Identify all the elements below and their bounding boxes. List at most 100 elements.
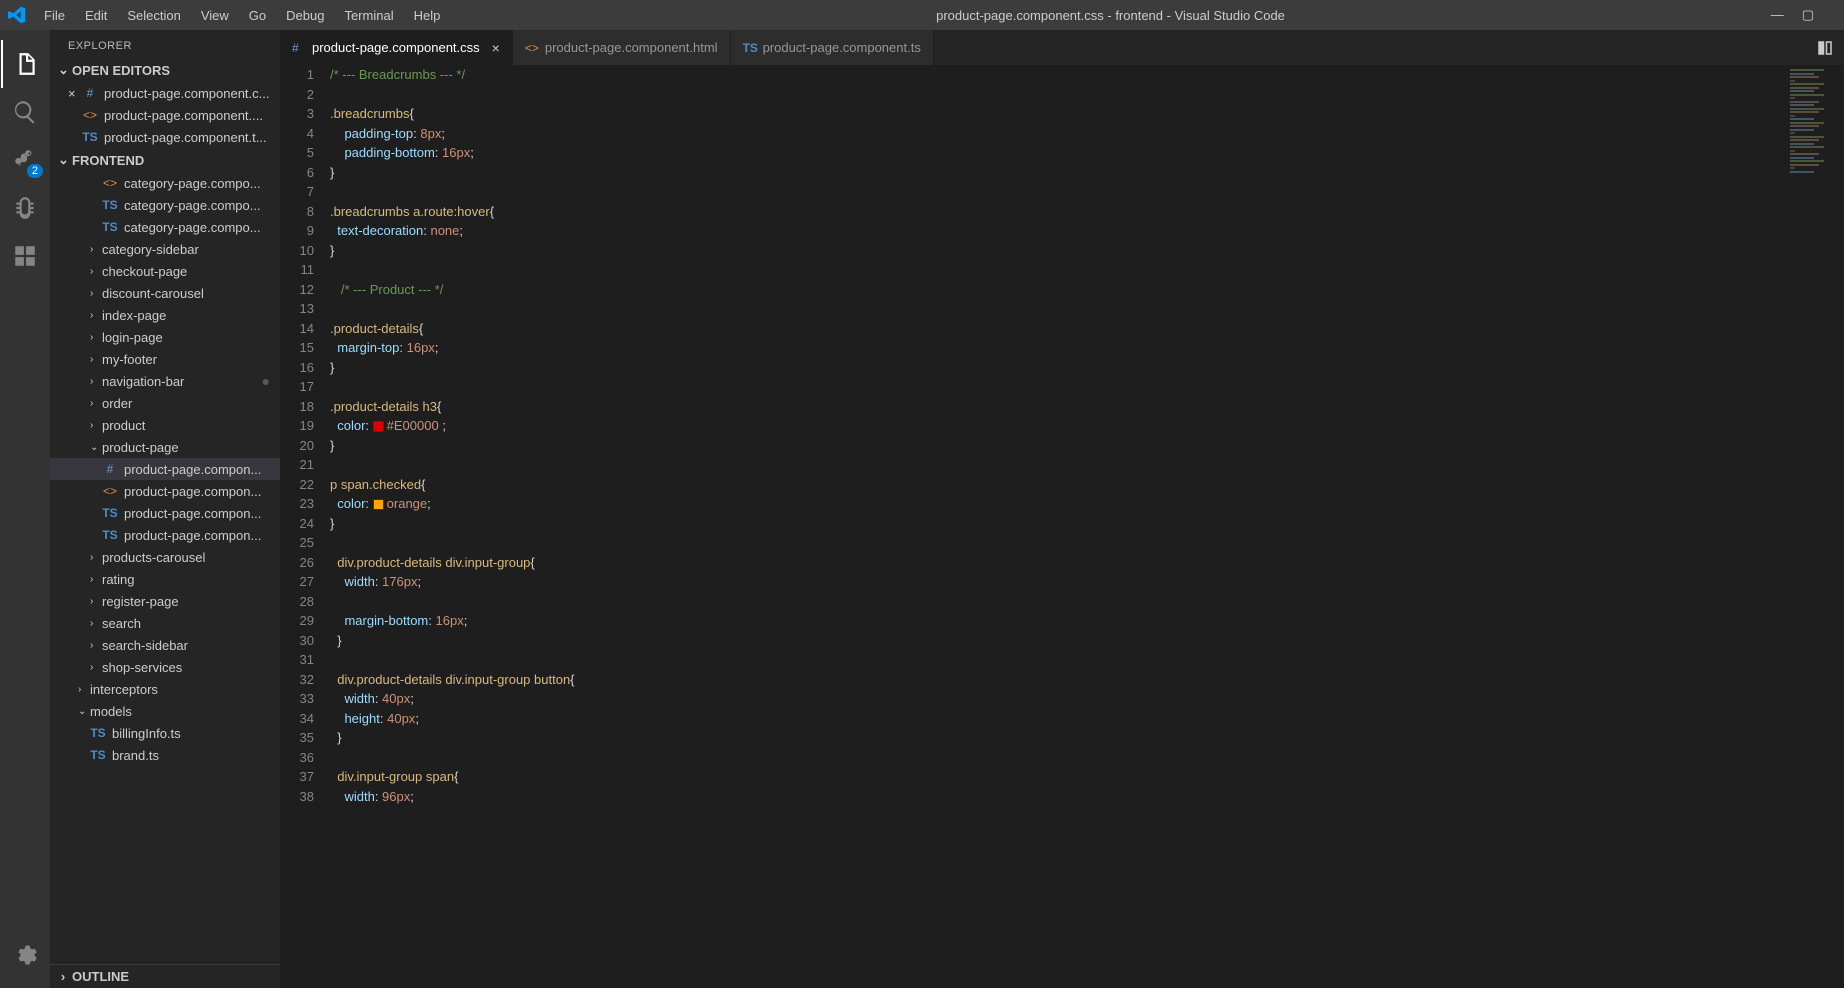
tree-item[interactable]: ›my-footer — [50, 348, 280, 370]
chevron-icon: › — [90, 552, 102, 563]
code-content[interactable]: /* --- Breadcrumbs --- */.breadcrumbs{ p… — [330, 65, 1844, 988]
file-icon: <> — [525, 41, 539, 55]
chevron-icon: › — [78, 684, 90, 695]
close-icon[interactable]: × — [68, 86, 82, 101]
menu-bar: File Edit Selection View Go Debug Termin… — [34, 4, 450, 27]
file-icon: TS — [90, 726, 106, 740]
tree-item[interactable]: ›category-sidebar — [50, 238, 280, 260]
file-icon: <> — [82, 108, 98, 122]
source-control-icon[interactable]: 2 — [1, 136, 49, 184]
file-label: product-page.component.c... — [104, 86, 270, 101]
editor-tab[interactable]: #product-page.component.css× — [280, 30, 513, 65]
window-controls: — ▢ — [1771, 7, 1832, 23]
menu-selection[interactable]: Selection — [117, 4, 190, 27]
tree-item[interactable]: ›product — [50, 414, 280, 436]
debug-icon[interactable] — [1, 184, 49, 232]
scm-badge: 2 — [27, 164, 43, 178]
minimap[interactable] — [1784, 65, 1844, 988]
tab-label: product-page.component.ts — [763, 40, 921, 55]
settings-icon[interactable] — [1, 930, 49, 978]
chevron-icon: ⌄ — [78, 706, 90, 717]
sidebar: EXPLORER ⌄OPEN EDITORS ×#product-page.co… — [50, 30, 280, 988]
tree-item[interactable]: TSproduct-page.compon... — [50, 502, 280, 524]
code-editor[interactable]: 1234567891011121314151617181920212223242… — [280, 65, 1844, 988]
file-icon: TS — [82, 130, 98, 144]
tree-item[interactable]: ›shop-services — [50, 656, 280, 678]
tree-item[interactable]: #product-page.compon... — [50, 458, 280, 480]
tree-item[interactable]: ›search-sidebar — [50, 634, 280, 656]
chevron-icon: › — [90, 376, 102, 387]
extensions-icon[interactable] — [1, 232, 49, 280]
chevron-icon: › — [90, 310, 102, 321]
tree-label: product — [102, 418, 145, 433]
file-label: product-page.component.... — [104, 108, 263, 123]
sidebar-title: EXPLORER — [50, 30, 280, 58]
split-editor-icon[interactable] — [1806, 30, 1844, 65]
tree-label: product-page.compon... — [124, 484, 261, 499]
tree-item[interactable]: TSproduct-page.compon... — [50, 524, 280, 546]
menu-help[interactable]: Help — [404, 4, 451, 27]
menu-go[interactable]: Go — [239, 4, 276, 27]
tree-label: login-page — [102, 330, 163, 345]
open-editors-section[interactable]: ⌄OPEN EDITORS — [50, 58, 280, 82]
tree-item[interactable]: <>category-page.compo... — [50, 172, 280, 194]
file-icon: TS — [102, 220, 118, 234]
file-icon: TS — [743, 41, 757, 55]
minimize-button[interactable]: — — [1771, 7, 1784, 23]
maximize-button[interactable]: ▢ — [1802, 7, 1814, 23]
tree-item[interactable]: ›search — [50, 612, 280, 634]
tree-item[interactable]: ›rating — [50, 568, 280, 590]
tree-label: product-page.compon... — [124, 528, 261, 543]
tree-label: models — [90, 704, 132, 719]
open-editor-item[interactable]: ×#product-page.component.c... — [50, 82, 280, 104]
tree-label: discount-carousel — [102, 286, 204, 301]
titlebar: File Edit Selection View Go Debug Termin… — [0, 0, 1844, 30]
editor-area: #product-page.component.css× <> product-pa… — [280, 30, 1844, 988]
tree-item[interactable]: ›login-page — [50, 326, 280, 348]
tree-item[interactable]: TScategory-page.compo... — [50, 194, 280, 216]
file-icon: TS — [102, 506, 118, 520]
tree-item[interactable]: TS billingInfo.ts — [50, 722, 280, 744]
chevron-icon: › — [90, 640, 102, 651]
explorer-icon[interactable] — [1, 40, 49, 88]
menu-view[interactable]: View — [191, 4, 239, 27]
tree-item[interactable]: ⌄models — [50, 700, 280, 722]
chevron-icon: › — [90, 244, 102, 255]
tree-label: rating — [102, 572, 135, 587]
tab-label: product-page.component.html — [545, 40, 718, 55]
tree-item[interactable]: ›index-page — [50, 304, 280, 326]
chevron-icon: › — [90, 596, 102, 607]
chevron-icon: › — [90, 398, 102, 409]
tree-item[interactable]: ›products-carousel — [50, 546, 280, 568]
tree-label: billingInfo.ts — [112, 726, 181, 741]
outline-section[interactable]: ›OUTLINE — [50, 964, 280, 988]
menu-terminal[interactable]: Terminal — [334, 4, 403, 27]
search-icon[interactable] — [1, 88, 49, 136]
tree-item[interactable]: ›interceptors — [50, 678, 280, 700]
tree-label: product-page.compon... — [124, 462, 261, 477]
project-section[interactable]: ⌄FRONTEND — [50, 148, 280, 172]
tree-item[interactable]: TSbrand.ts — [50, 744, 280, 766]
editor-tab[interactable]: TS product-page.component.ts — [731, 30, 934, 65]
tree-label: products-carousel — [102, 550, 205, 565]
tree-item[interactable]: TScategory-page.compo... — [50, 216, 280, 238]
file-icon: <> — [102, 484, 118, 498]
chevron-icon: › — [90, 288, 102, 299]
tree-item[interactable]: ›discount-carousel — [50, 282, 280, 304]
menu-edit[interactable]: Edit — [75, 4, 117, 27]
tree-item[interactable]: <> product-page.compon... — [50, 480, 280, 502]
tree-item[interactable]: ›order — [50, 392, 280, 414]
open-editor-item[interactable]: TSproduct-page.component.t... — [50, 126, 280, 148]
close-icon[interactable]: × — [492, 40, 500, 56]
tree-item[interactable]: ⌄product-page — [50, 436, 280, 458]
tree-label: navigation-bar — [102, 374, 184, 389]
menu-debug[interactable]: Debug — [276, 4, 334, 27]
tree-label: search — [102, 616, 141, 631]
tree-item[interactable]: ›register-page — [50, 590, 280, 612]
menu-file[interactable]: File — [34, 4, 75, 27]
chevron-icon: › — [90, 662, 102, 673]
tree-item[interactable]: ›checkout-page — [50, 260, 280, 282]
open-editor-item[interactable]: <> product-page.component.... — [50, 104, 280, 126]
editor-tab[interactable]: <> product-page.component.html — [513, 30, 731, 65]
tree-item[interactable]: ›navigation-bar● — [50, 370, 280, 392]
